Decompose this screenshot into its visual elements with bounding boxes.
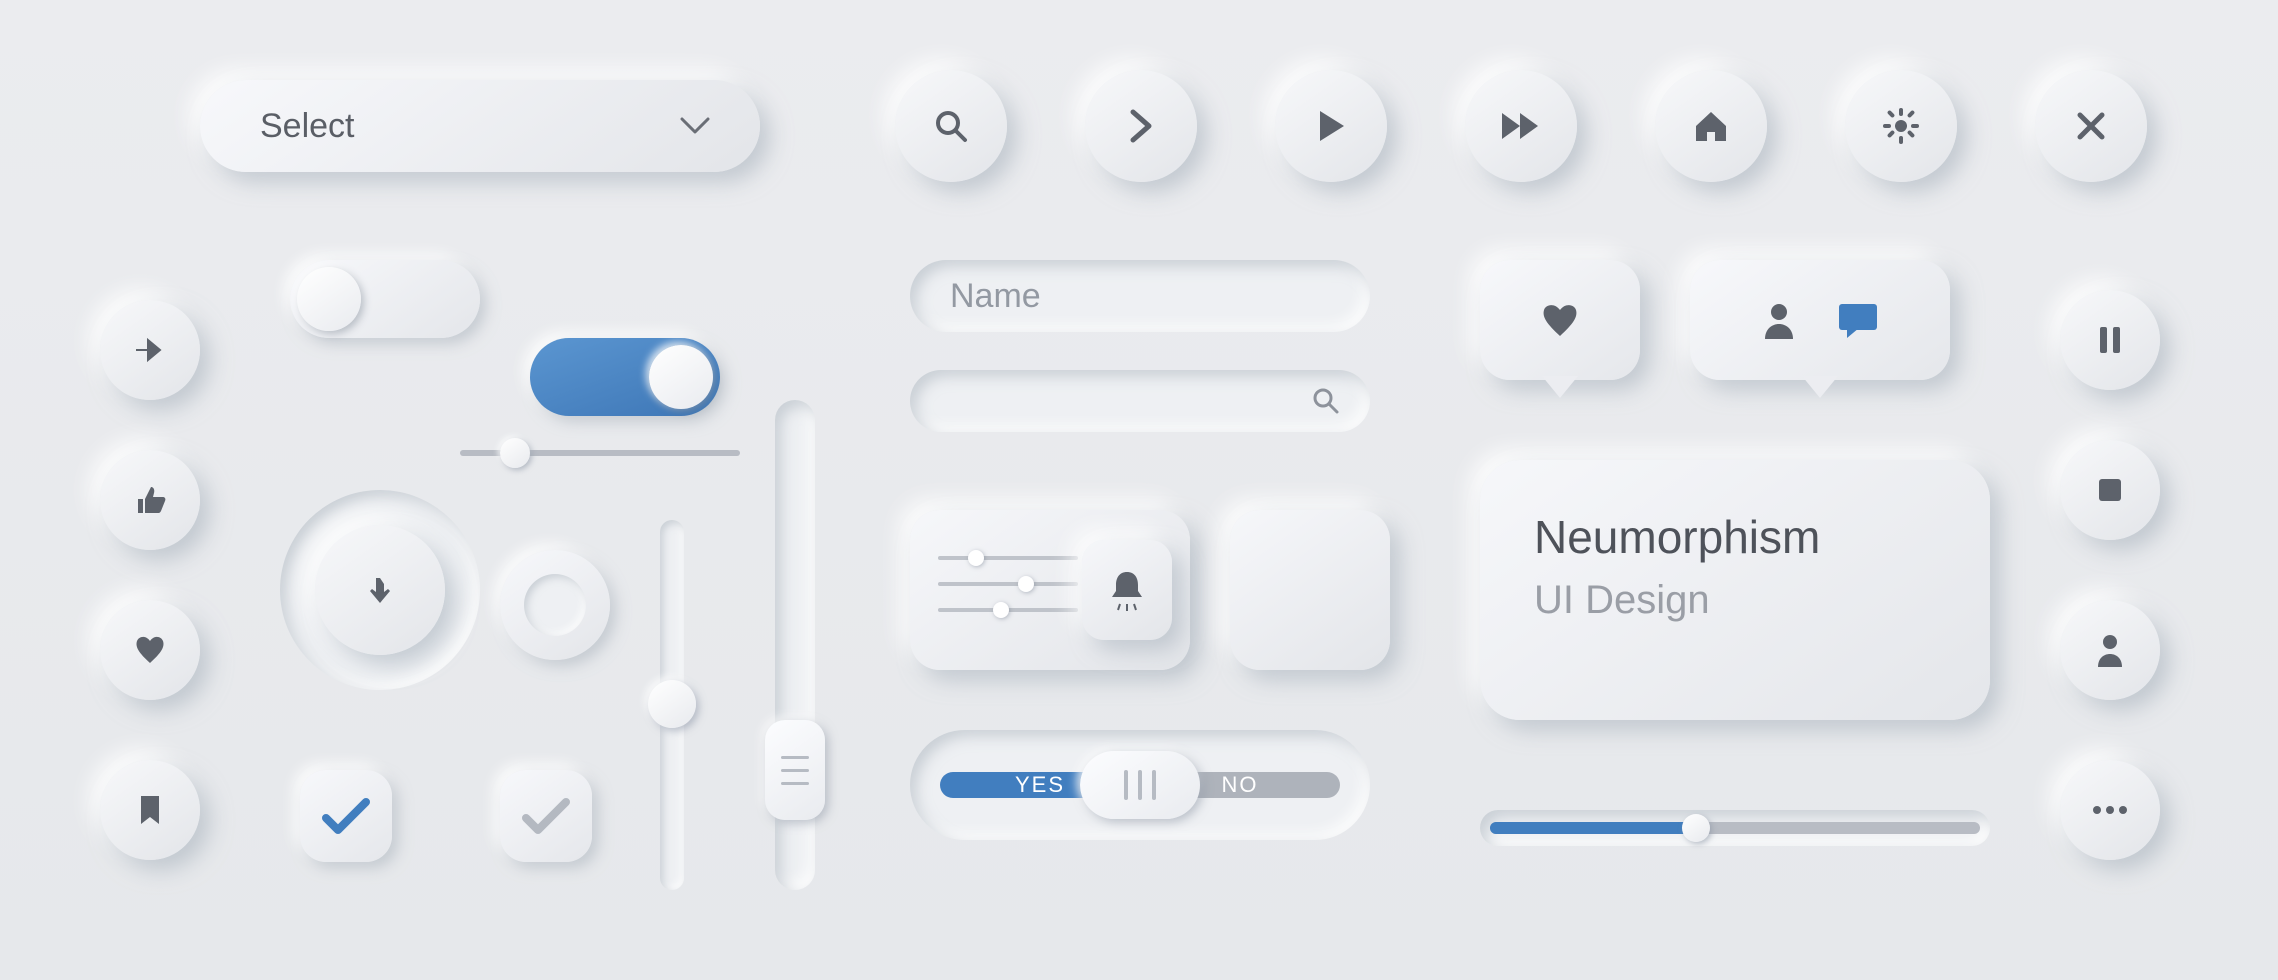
like-button[interactable] <box>100 450 200 550</box>
slider-vertical-thin[interactable] <box>660 520 684 890</box>
more-button[interactable] <box>2060 760 2160 860</box>
heart-icon <box>133 635 167 665</box>
search-icon <box>1312 387 1340 415</box>
select-label: Select <box>260 107 355 146</box>
card-title: Neumorphism <box>1534 510 1936 564</box>
home-button[interactable] <box>1655 70 1767 182</box>
chevron-right-icon <box>1127 108 1155 144</box>
chat-icon <box>1837 302 1879 338</box>
gear-icon <box>1882 107 1920 145</box>
slider-vertical-wide[interactable] <box>775 400 815 890</box>
fast-forward-icon <box>1500 111 1542 141</box>
grip-line <box>781 769 809 772</box>
thumbs-up-icon <box>134 485 166 515</box>
eq-dot[interactable] <box>1018 576 1034 592</box>
bell-icon <box>1108 568 1146 612</box>
switch-knob[interactable] <box>1080 751 1200 819</box>
pause-button[interactable] <box>2060 290 2160 390</box>
grip-line <box>1152 770 1156 800</box>
yes-label: YES <box>1015 772 1065 798</box>
dial-outer[interactable] <box>280 490 480 690</box>
stop-icon <box>2097 477 2123 503</box>
eq-row[interactable] <box>938 582 1078 586</box>
arrow-right-icon <box>134 337 166 363</box>
name-input[interactable]: Name <box>910 260 1370 332</box>
checkmark-icon <box>520 796 572 836</box>
tooltip-heart[interactable] <box>1480 260 1640 380</box>
play-button[interactable] <box>1275 70 1387 182</box>
bell-button[interactable] <box>1082 540 1172 640</box>
checkbox-checked-grey[interactable] <box>500 770 592 862</box>
toggle-knob <box>297 267 361 331</box>
grip-line <box>781 782 809 785</box>
card-subtitle: UI Design <box>1534 578 1936 623</box>
user-icon <box>1761 301 1797 339</box>
grip-line <box>1124 770 1128 800</box>
play-icon <box>1316 109 1346 143</box>
search-button[interactable] <box>895 70 1007 182</box>
tooltip-user-chat[interactable] <box>1690 260 1950 380</box>
settings-button[interactable] <box>1845 70 1957 182</box>
dial-knob[interactable] <box>315 525 445 655</box>
progress-thumb[interactable] <box>1682 814 1710 842</box>
toggle-on[interactable] <box>530 338 720 416</box>
search-icon <box>933 108 969 144</box>
heart-icon <box>1539 302 1581 338</box>
grip-line <box>1138 770 1142 800</box>
yes-no-switch[interactable]: YES NO <box>910 730 1370 840</box>
checkbox-checked-blue[interactable] <box>300 770 392 862</box>
toggle-knob <box>649 345 713 409</box>
close-icon <box>2076 111 2106 141</box>
search-input[interactable] <box>910 370 1370 432</box>
slider-thumb[interactable] <box>765 720 825 820</box>
checkmark-icon <box>320 796 372 836</box>
empty-tile <box>1230 510 1390 670</box>
equalizer-card <box>910 510 1190 670</box>
next-button[interactable] <box>1085 70 1197 182</box>
slider-thumb[interactable] <box>500 438 530 468</box>
fast-forward-button[interactable] <box>1465 70 1577 182</box>
more-icon <box>2092 805 2128 815</box>
ring-indicator <box>500 550 610 660</box>
no-label: NO <box>1222 772 1259 798</box>
user-icon <box>2095 633 2125 667</box>
select-dropdown[interactable]: Select <box>200 80 760 172</box>
info-card: Neumorphism UI Design <box>1480 460 1990 720</box>
pause-icon <box>2098 325 2122 355</box>
close-button[interactable] <box>2035 70 2147 182</box>
eq-row[interactable] <box>938 608 1078 612</box>
profile-button[interactable] <box>2060 600 2160 700</box>
eq-dot[interactable] <box>993 602 1009 618</box>
eq-dot[interactable] <box>968 550 984 566</box>
bookmark-icon <box>138 794 162 826</box>
name-placeholder: Name <box>950 277 1041 316</box>
grip-line <box>781 756 809 759</box>
slider-thumb[interactable] <box>648 680 696 728</box>
chevron-down-icon <box>680 117 710 135</box>
slider-horizontal[interactable] <box>460 450 740 456</box>
toggle-off[interactable] <box>290 260 480 338</box>
pointer-icon <box>366 574 394 606</box>
bookmark-button[interactable] <box>100 760 200 860</box>
stop-button[interactable] <box>2060 440 2160 540</box>
eq-row[interactable] <box>938 556 1078 560</box>
progress-fill <box>1490 822 1696 834</box>
progress-bar[interactable] <box>1480 810 1990 846</box>
heart-button[interactable] <box>100 600 200 700</box>
share-button[interactable] <box>100 300 200 400</box>
home-icon <box>1693 109 1729 143</box>
